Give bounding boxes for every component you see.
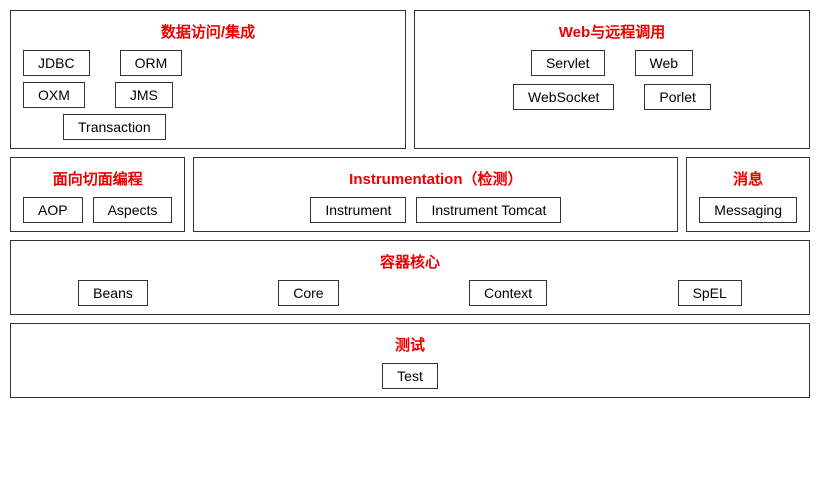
test-title: 测试	[23, 334, 797, 355]
module-jdbc: JDBC	[23, 50, 90, 76]
module-aspects: Aspects	[93, 197, 173, 223]
module-jms: JMS	[115, 82, 173, 108]
module-spel: SpEL	[678, 280, 742, 306]
module-context: Context	[469, 280, 547, 306]
row1: 数据访问/集成 JDBC ORM OXM JMS Transaction Web…	[10, 10, 810, 149]
module-core: Core	[278, 280, 338, 306]
module-web: Web	[635, 50, 694, 76]
data-access-title: 数据访问/集成	[23, 21, 393, 42]
module-porlet: Porlet	[644, 84, 711, 110]
instrumentation-title: Instrumentation（检测）	[206, 168, 665, 189]
aop-title: 面向切面编程	[23, 168, 172, 189]
module-oxm: OXM	[23, 82, 85, 108]
module-websocket: WebSocket	[513, 84, 614, 110]
data-access-row1: JDBC ORM	[23, 50, 393, 76]
messaging-modules: Messaging	[699, 197, 797, 223]
row2: 面向切面编程 AOP Aspects Instrumentation（检测） I…	[10, 157, 810, 232]
data-access-row2: OXM JMS	[23, 82, 393, 108]
web-remote-section: Web与远程调用 Servlet Web WebSocket Porlet	[414, 10, 810, 149]
container-core-modules-wrapper: Beans Core Context SpEL	[23, 280, 797, 306]
aop-modules: AOP Aspects	[23, 197, 172, 223]
module-beans: Beans	[78, 280, 148, 306]
test-section: 测试 Test	[10, 323, 810, 398]
module-test: Test	[382, 363, 438, 389]
module-messaging: Messaging	[699, 197, 797, 223]
web-remote-modules: Servlet Web WebSocket Porlet	[427, 50, 797, 110]
aop-section: 面向切面编程 AOP Aspects	[10, 157, 185, 232]
web-remote-row2: WebSocket Porlet	[427, 84, 797, 110]
instrumentation-section: Instrumentation（检测） Instrument Instrumen…	[193, 157, 678, 232]
messaging-section: 消息 Messaging	[686, 157, 810, 232]
instrumentation-modules: Instrument Instrument Tomcat	[206, 197, 665, 223]
container-core-modules: Beans Core Context SpEL	[23, 280, 797, 306]
module-servlet: Servlet	[531, 50, 605, 76]
data-access-section: 数据访问/集成 JDBC ORM OXM JMS Transaction	[10, 10, 406, 149]
data-access-row3: Transaction	[23, 114, 393, 140]
module-instrument: Instrument	[310, 197, 406, 223]
test-modules: Test	[23, 363, 797, 389]
web-remote-row1: Servlet Web	[427, 50, 797, 76]
data-access-modules: JDBC ORM OXM JMS Transaction	[23, 50, 393, 140]
container-core-title: 容器核心	[23, 251, 797, 272]
module-aop: AOP	[23, 197, 83, 223]
web-remote-title: Web与远程调用	[427, 21, 797, 42]
module-transaction: Transaction	[63, 114, 166, 140]
module-instrument-tomcat: Instrument Tomcat	[416, 197, 561, 223]
messaging-title: 消息	[699, 168, 797, 189]
module-orm: ORM	[120, 50, 183, 76]
container-core-section: 容器核心 Beans Core Context SpEL	[10, 240, 810, 315]
